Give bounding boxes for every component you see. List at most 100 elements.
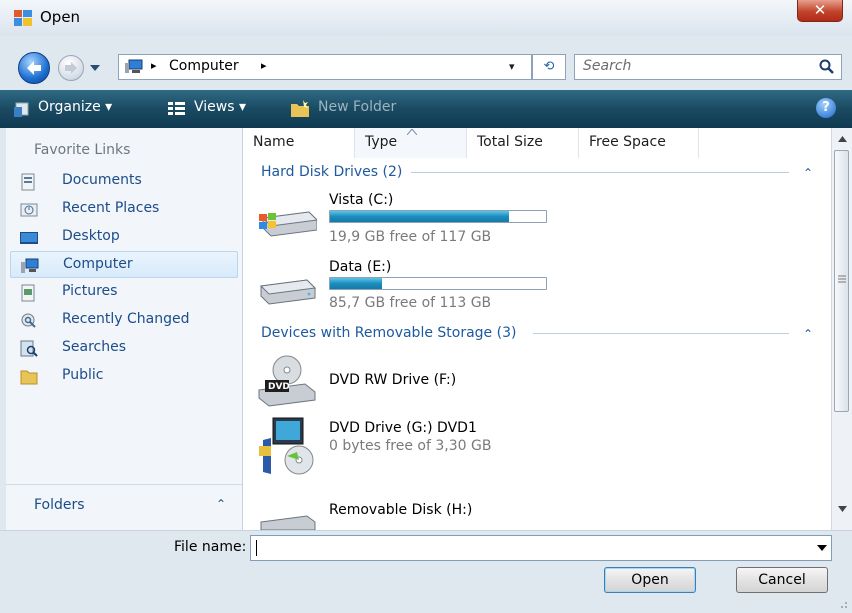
sidebar-item-label: Desktop [62,228,120,244]
desktop-icon [20,232,38,244]
vertical-scrollbar[interactable] [831,128,852,530]
column-header-label: Free Space [589,134,666,150]
address-bar[interactable]: ▸ Computer ▸ ▾ [118,54,532,80]
help-icon[interactable]: ? [816,98,836,118]
column-header-total-size[interactable]: Total Size [467,128,579,158]
recently-changed-icon [21,313,36,328]
drive-usage-bar [329,210,547,223]
breadcrumb-separator[interactable]: ▸ [151,59,157,72]
folders-label: Folders [34,497,85,513]
dvd-rw-drive-icon: DVD [258,355,316,407]
drive-item-removable-disk[interactable]: Removable Disk (H:) [243,490,803,530]
public-folder-icon [20,370,38,385]
sidebar-item-computer[interactable]: Computer [10,251,238,278]
sidebar-item-recent-places[interactable]: Recent Places [10,196,238,223]
group-divider [533,333,789,334]
window-title: Open [40,8,81,26]
drive-usage-bar [329,277,547,290]
column-header-free-space[interactable]: Free Space [579,128,699,158]
column-header-label: Type [365,134,398,150]
new-folder-button[interactable]: New Folder [318,99,396,115]
sidebar-item-pictures[interactable]: Pictures [10,279,238,306]
sidebar-item-label: Searches [62,339,127,355]
sidebar-item-documents[interactable]: Documents [10,168,238,195]
views-menu[interactable]: Views ▾ [194,99,246,115]
open-dialog: Open ✕ ▸ Computer ▸ ▾ ⟲ Search Organize [0,0,852,613]
file-list: Name Type Total Size Free Space Hard Dis… [243,128,831,530]
refresh-icon: ⟲ [543,59,555,74]
sort-ascending-icon [407,129,417,135]
column-header-label: Name [253,134,295,150]
drive-item-dvd-rw[interactable]: DVD DVD RW Drive (F:) [243,350,803,410]
organize-menu[interactable]: Organize ▾ [38,99,112,115]
sidebar-item-label: Documents [62,172,142,188]
chevron-up-icon[interactable]: ⌃ [803,166,813,180]
column-header-type[interactable]: Type [355,128,467,158]
forward-button[interactable] [58,55,84,81]
sidebar-item-label: Pictures [62,283,118,299]
group-header-hard-disks[interactable]: Hard Disk Drives (2) [261,164,402,180]
removable-disk-icon [260,515,316,530]
text-caret [256,540,257,556]
new-folder-icon [291,100,309,117]
drive-item-dvd[interactable]: DVD Drive (G:) DVD1 0 bytes free of 3,30… [243,414,803,478]
history-dropdown-icon[interactable] [90,63,100,73]
cancel-button[interactable]: Cancel [736,567,828,593]
close-icon: ✕ [813,1,827,19]
open-button[interactable]: Open [604,567,696,593]
scroll-up-icon[interactable] [838,136,847,142]
sidebar-item-public[interactable]: Public [10,363,238,390]
sidebar-item-searches[interactable]: Searches [10,335,238,362]
close-button[interactable]: ✕ [797,0,843,22]
dialog-footer: File name: Open Cancel [0,530,852,613]
file-name-dropdown-icon[interactable] [817,545,827,551]
address-dropdown-icon[interactable]: ▾ [509,60,515,73]
search-icon[interactable] [819,59,835,75]
drive-free-space: 19,9 GB free of 117 GB [329,229,492,245]
dvd-drive-icon [259,417,314,475]
chevron-up-icon[interactable]: ⌃ [216,497,226,511]
drive-item-data[interactable]: Data (E:) 85,7 GB free of 113 GB [243,252,803,312]
sidebar-item-label: Computer [63,256,133,272]
folders-toggle[interactable]: Folders ⌃ [6,484,242,531]
search-placeholder: Search [583,58,632,74]
window-icon [14,10,32,26]
drive-usage-fill [330,211,510,222]
forward-arrow-icon [65,62,77,74]
dvd-badge: DVD [268,382,290,392]
drive-item-vista[interactable]: Vista (C:) 19,9 GB free of 117 GB [243,188,803,248]
scroll-down-icon[interactable] [838,506,847,512]
drive-name: Data (E:) [329,259,392,275]
sidebar-item-recently-changed[interactable]: Recently Changed [10,307,238,334]
back-button[interactable] [18,52,50,84]
searches-icon [20,340,38,357]
system-drive-icon [259,211,317,237]
sidebar-item-label: Recent Places [62,200,160,216]
sidebar-item-label: Public [62,367,104,383]
documents-icon [21,173,35,191]
computer-icon [125,59,143,73]
column-header-name[interactable]: Name [243,128,355,158]
hard-drive-icon [259,279,317,305]
search-box[interactable]: Search [574,54,842,80]
refresh-button[interactable]: ⟲ [532,54,566,80]
file-name-label: File name: [174,539,247,555]
pictures-icon [21,284,35,302]
back-arrow-icon [27,61,41,75]
sidebar-item-label: Recently Changed [62,311,190,327]
breadcrumb-computer[interactable]: Computer [169,58,239,74]
breadcrumb-separator[interactable]: ▸ [261,59,267,72]
column-header-label: Total Size [477,134,543,150]
drive-name: DVD RW Drive (F:) [329,372,457,388]
resize-grip-icon[interactable] [836,599,848,611]
chevron-up-icon[interactable]: ⌃ [803,327,813,341]
drive-free-space: 0 bytes free of 3,30 GB [329,438,492,454]
views-icon [168,102,185,115]
favorite-links-header: Favorite Links [34,142,131,158]
group-divider [411,172,789,173]
navigation-pane: Favorite Links Documents Recent Places D… [6,128,243,531]
group-header-removable[interactable]: Devices with Removable Storage (3) [261,325,516,341]
file-name-input[interactable] [250,535,832,561]
scrollbar-thumb[interactable] [834,150,849,412]
sidebar-item-desktop[interactable]: Desktop [10,224,238,251]
